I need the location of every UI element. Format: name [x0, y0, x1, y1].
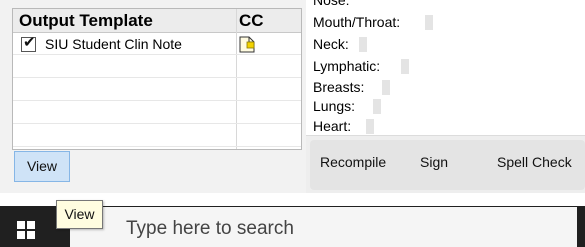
exam-input[interactable] — [401, 59, 409, 74]
exam-label: Breasts: — [313, 79, 365, 95]
table-header: Output Template CC — [13, 9, 301, 33]
table-row — [13, 79, 301, 101]
sign-button[interactable]: Sign — [420, 152, 448, 172]
view-tooltip: View — [56, 200, 103, 229]
exam-label: Mouth/Throat: — [313, 14, 401, 30]
recompile-button[interactable]: Recompile — [320, 152, 386, 172]
table-row — [13, 125, 301, 147]
column-header-cc[interactable]: CC — [239, 9, 264, 33]
exam-note-area: Nose: Mouth/Throat: Neck: Lymphatic: Bre… — [306, 0, 585, 135]
exam-input[interactable] — [359, 37, 367, 52]
output-template-table: Output Template CC ✔ SIU Student Clin No… — [12, 8, 302, 150]
exam-field-breasts: Breasts: — [313, 77, 390, 97]
search-placeholder: Type here to search — [126, 218, 294, 239]
exam-input[interactable] — [382, 80, 390, 95]
start-button[interactable] — [0, 206, 46, 247]
column-header-output-template[interactable]: Output Template — [19, 9, 153, 33]
check-icon: ✔ — [23, 34, 36, 51]
exam-label: Lungs: — [313, 98, 356, 114]
table-row — [13, 102, 301, 124]
view-button[interactable]: View — [14, 151, 70, 182]
template-name: SIU Student Clin Note — [45, 36, 182, 52]
output-template-panel: Output Template CC ✔ SIU Student Clin No… — [0, 0, 306, 193]
template-checkbox[interactable]: ✔ — [21, 34, 36, 52]
table-row — [13, 56, 301, 78]
note-icon[interactable] — [239, 36, 255, 53]
exam-label: Neck: — [313, 36, 349, 52]
taskbar-search-box[interactable]: Type here to search — [70, 207, 577, 247]
windows-icon — [17, 221, 35, 239]
exam-input[interactable] — [366, 119, 374, 134]
exam-field-partial: Nose: — [313, 0, 350, 10]
spell-check-button[interactable]: Spell Check — [497, 152, 572, 172]
exam-input[interactable] — [425, 15, 433, 30]
exam-field-neck: Neck: — [313, 34, 367, 54]
exam-field-mouth-throat: Mouth/Throat: — [313, 12, 433, 32]
exam-field-lymphatic: Lymphatic: — [313, 56, 409, 76]
taskbar-edge — [577, 206, 585, 247]
exam-field-lungs: Lungs: — [313, 96, 381, 116]
exam-input[interactable] — [373, 99, 381, 114]
exam-label: Nose: — [313, 0, 350, 8]
exam-field-heart: Heart: — [313, 116, 374, 136]
table-row[interactable]: ✔ SIU Student Clin Note — [13, 33, 301, 55]
exam-label: Lymphatic: — [313, 58, 381, 74]
exam-label: Heart: — [313, 118, 352, 134]
